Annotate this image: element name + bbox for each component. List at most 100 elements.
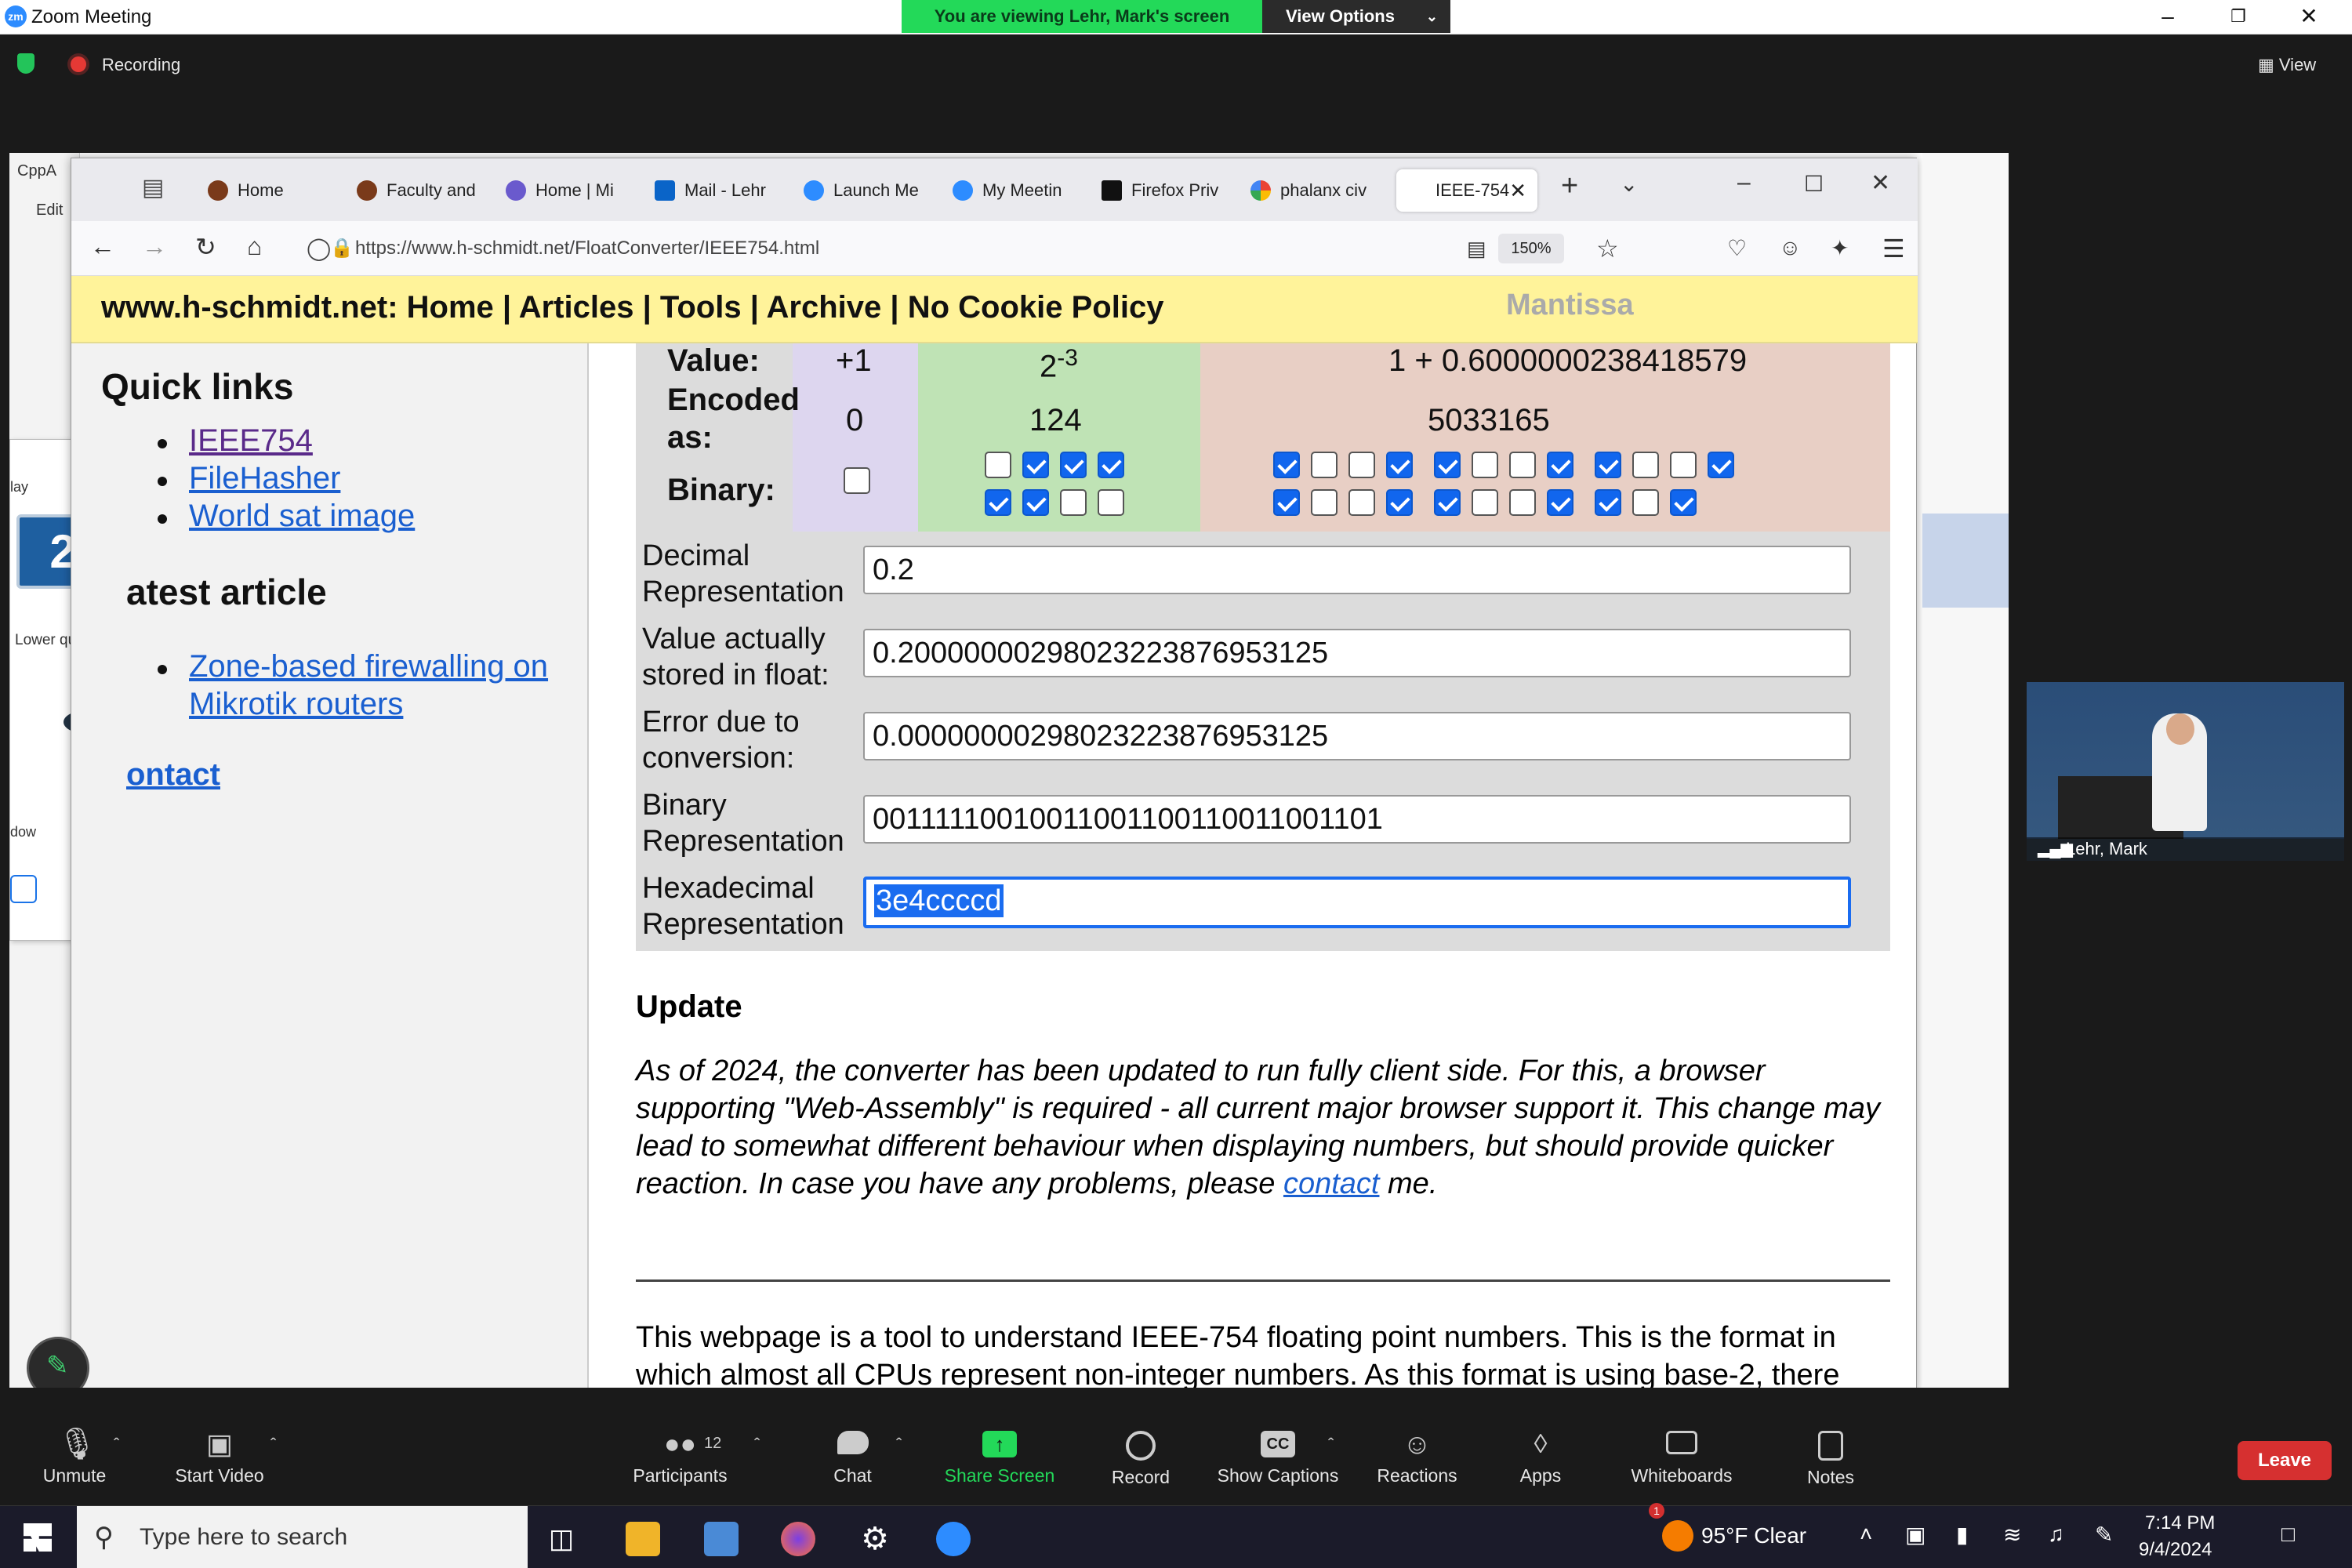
ff-close-icon[interactable]: ✕ xyxy=(1871,169,1890,197)
lock-icon[interactable]: 🔒 xyxy=(330,230,354,267)
mantissa-bit-checkbox[interactable] xyxy=(1472,452,1498,478)
notes-button[interactable]: Notes xyxy=(1795,1431,1866,1488)
clock-time[interactable]: 7:14 PM xyxy=(2145,1512,2215,1534)
mantissa-bit-checkbox[interactable] xyxy=(1670,452,1697,478)
mantissa-bit-checkbox[interactable] xyxy=(1632,489,1659,516)
chat-button[interactable]: Chat xyxy=(815,1431,890,1486)
nav-articles[interactable]: Articles xyxy=(519,290,634,325)
binary-input[interactable]: 00111110010011001100110011001101 xyxy=(863,795,1851,844)
mantissa-bit-checkbox[interactable] xyxy=(1434,452,1461,478)
show-hidden-icons-icon[interactable]: ˄ xyxy=(1860,1522,1872,1547)
exponent-bit-checkbox[interactable] xyxy=(985,452,1011,478)
video-options-chevron-icon[interactable]: ˆ xyxy=(270,1435,276,1455)
tab-launch-meeting[interactable]: Launch Me xyxy=(785,169,934,212)
forward-icon[interactable]: → xyxy=(142,232,167,261)
link-zone-firewalling[interactable]: Zone-based firewalling on xyxy=(189,649,548,684)
mantissa-bit-checkbox[interactable] xyxy=(1670,489,1697,516)
mantissa-bit-checkbox[interactable] xyxy=(1595,452,1621,478)
mantissa-bit-checkbox[interactable] xyxy=(1386,489,1413,516)
weather-text[interactable]: 95°F Clear xyxy=(1701,1523,1806,1548)
chat-chevron-icon[interactable]: ˆ xyxy=(896,1435,902,1455)
speaker-video[interactable]: ▂▄▆ Lehr, Mark xyxy=(2027,682,2344,861)
mantissa-bit-checkbox[interactable] xyxy=(1311,452,1338,478)
mantissa-bit-checkbox[interactable] xyxy=(1708,452,1734,478)
settings-icon[interactable]: ⚙ xyxy=(858,1522,892,1556)
new-tab-icon[interactable]: + xyxy=(1561,169,1578,203)
url-field[interactable]: ◯ 🔒 https://www.h-schmidt.net/FloatConve… xyxy=(307,230,1483,267)
tab-faculty[interactable]: Faculty and xyxy=(338,169,487,212)
mantissa-bit-checkbox[interactable] xyxy=(1273,489,1300,516)
view-button[interactable]: ▦ View xyxy=(2258,55,2316,75)
share-screen-button[interactable]: ↑ Share Screen xyxy=(937,1431,1062,1486)
exponent-bit-checkbox[interactable] xyxy=(1098,452,1124,478)
link-ieee754[interactable]: IEEE754 xyxy=(189,423,313,459)
site-brand-link[interactable]: www.h-schmidt.net xyxy=(101,290,387,325)
link-filehasher[interactable]: FileHasher xyxy=(189,461,340,496)
menu-edit[interactable]: Edit xyxy=(36,201,63,220)
battery-icon[interactable]: ▮ xyxy=(1956,1522,1968,1548)
stored-value-field[interactable]: 0.20000000298023223876953125 xyxy=(863,629,1851,677)
tab-mail[interactable]: Mail - Lehr xyxy=(636,169,785,212)
windows-start-icon[interactable] xyxy=(24,1523,52,1552)
mantissa-bit-checkbox[interactable] xyxy=(1547,489,1573,516)
tab-my-meetings[interactable]: My Meetin xyxy=(934,169,1083,212)
exponent-bit-checkbox[interactable] xyxy=(1022,452,1049,478)
mantissa-bit-checkbox[interactable] xyxy=(1472,489,1498,516)
whiteboards-button[interactable]: Whiteboards xyxy=(1623,1431,1740,1486)
mantissa-bit-checkbox[interactable] xyxy=(1547,452,1573,478)
wifi-icon[interactable]: ≋ xyxy=(2003,1522,2021,1548)
apps-button[interactable]: ◊ Apps xyxy=(1501,1431,1580,1486)
error-field[interactable]: 0.00000000298023223876953125 xyxy=(863,712,1851,760)
update-contact-link[interactable]: contact xyxy=(1283,1167,1380,1200)
exponent-bit-checkbox[interactable] xyxy=(985,489,1011,516)
reactions-button[interactable]: ☺ Reactions xyxy=(1372,1430,1462,1486)
zoom-taskbar-icon[interactable] xyxy=(936,1522,971,1556)
mantissa-bit-checkbox[interactable] xyxy=(1348,489,1375,516)
display-icon[interactable]: ▣ xyxy=(1905,1522,1926,1548)
security-shield-icon[interactable] xyxy=(17,53,34,74)
start-video-button[interactable]: ▣ Start Video xyxy=(165,1430,274,1486)
zoom-level-button[interactable]: 150% xyxy=(1498,234,1564,263)
tab-close-icon[interactable]: ✕ xyxy=(1509,169,1526,212)
link-zone-firewalling-2[interactable]: Mikrotik routers xyxy=(189,687,403,722)
mantissa-bit-checkbox[interactable] xyxy=(1509,489,1536,516)
mantissa-bit-checkbox[interactable] xyxy=(1632,452,1659,478)
volume-icon[interactable]: ♫ xyxy=(2048,1522,2064,1547)
nav-tools[interactable]: Tools xyxy=(660,290,742,325)
tab-phalanx[interactable]: phalanx civ xyxy=(1232,169,1381,212)
clock-date[interactable]: 9/4/2024 xyxy=(2139,1539,2212,1561)
ff-minimize-icon[interactable]: – xyxy=(1737,169,1751,196)
pen-icon[interactable]: ✎ xyxy=(2095,1522,2113,1548)
mantissa-bit-checkbox[interactable] xyxy=(1311,489,1338,516)
bookmark-star-icon[interactable]: ☆ xyxy=(1596,234,1619,263)
tab-home-mi[interactable]: Home | Mi xyxy=(487,169,636,212)
decimal-input[interactable]: 0.2 xyxy=(863,546,1851,594)
task-view-icon[interactable]: ◫ xyxy=(549,1522,583,1556)
tab-manager-icon[interactable]: ▤ xyxy=(142,174,164,201)
reload-icon[interactable]: ↻ xyxy=(195,232,216,262)
reader-view-icon[interactable]: ▤ xyxy=(1467,237,1486,261)
tab-firefox-privacy[interactable]: Firefox Priv xyxy=(1083,169,1232,212)
taskbar-search-box[interactable]: ⚲ Type here to search xyxy=(77,1506,528,1568)
account-icon[interactable]: ☺ xyxy=(1779,235,1802,260)
contact-link[interactable]: ontact xyxy=(126,757,220,793)
view-options-button[interactable]: View Options ⌄ xyxy=(1262,0,1450,33)
back-icon[interactable]: ← xyxy=(90,232,115,261)
mantissa-bit-checkbox[interactable] xyxy=(1595,489,1621,516)
exponent-bit-checkbox[interactable] xyxy=(1098,489,1124,516)
shield-icon[interactable]: ◯ xyxy=(307,230,331,267)
menu-icon[interactable]: ☰ xyxy=(1882,234,1905,263)
pocket-icon[interactable]: ♡ xyxy=(1727,235,1747,261)
home-icon[interactable]: ⌂ xyxy=(247,232,262,261)
nav-archive[interactable]: Archive xyxy=(767,290,882,325)
recording-label[interactable]: Recording xyxy=(102,55,180,75)
file-explorer-icon[interactable] xyxy=(626,1522,660,1556)
exponent-bit-checkbox[interactable] xyxy=(1060,489,1087,516)
sign-bit-checkbox[interactable] xyxy=(844,467,870,494)
ff-maximize-icon[interactable]: ☐ xyxy=(1804,171,1824,197)
leave-button[interactable]: Leave xyxy=(2238,1441,2332,1480)
close-icon[interactable]: ✕ xyxy=(2274,0,2344,34)
list-tabs-icon[interactable]: ⌄ xyxy=(1620,171,1638,197)
firefox-taskbar-icon[interactable] xyxy=(781,1522,815,1556)
nav-home[interactable]: Home xyxy=(407,290,494,325)
